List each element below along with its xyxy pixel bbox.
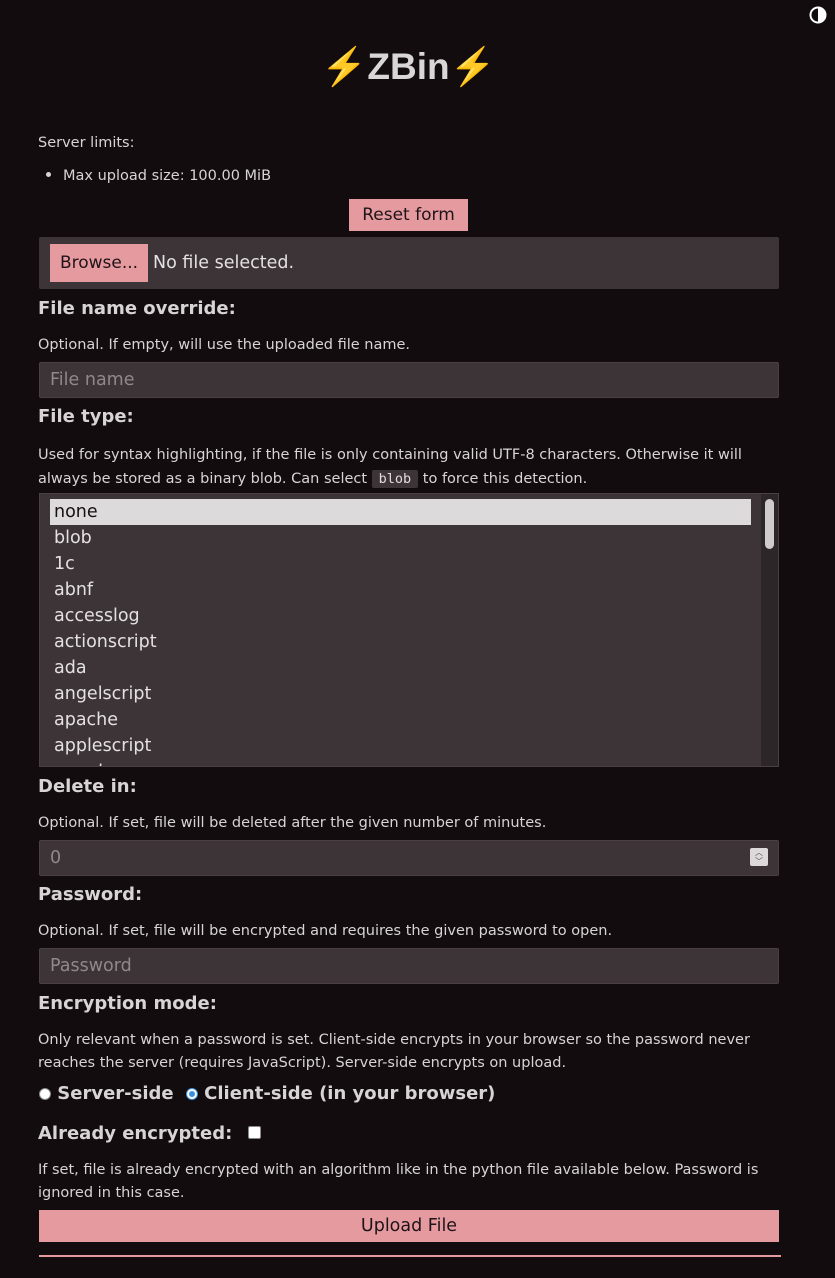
already-encrypted-checkbox[interactable] bbox=[247, 1125, 261, 1139]
delete-in-input[interactable] bbox=[39, 840, 779, 876]
already-encrypted-row: Already encrypted: bbox=[38, 1122, 261, 1146]
file-type-option[interactable]: accesslog bbox=[50, 603, 751, 629]
file-type-option[interactable]: ada bbox=[50, 655, 751, 681]
stepper-down-icon[interactable]: ﹀ bbox=[750, 857, 768, 866]
file-type-option[interactable]: apache bbox=[50, 707, 751, 733]
password-input[interactable] bbox=[39, 948, 779, 984]
bullet-icon bbox=[46, 171, 51, 177]
file-type-option[interactable]: abnf bbox=[50, 577, 751, 603]
file-type-option[interactable]: applescript bbox=[50, 733, 751, 759]
number-stepper[interactable]: ︿ ﹀ bbox=[750, 848, 768, 866]
file-name-heading: File name override: bbox=[38, 298, 236, 319]
reset-form-button[interactable]: Reset form bbox=[349, 199, 468, 231]
upload-file-button[interactable]: Upload File bbox=[39, 1210, 779, 1242]
client-side-radio[interactable] bbox=[185, 1088, 198, 1100]
file-type-option[interactable]: angelscript bbox=[50, 681, 751, 707]
client-side-label[interactable]: Client-side (in your browser) bbox=[204, 1083, 495, 1104]
file-type-option[interactable]: arcade bbox=[50, 759, 751, 766]
theme-toggle-icon[interactable] bbox=[807, 4, 829, 26]
file-type-select[interactable]: none blob 1c abnf accesslog actionscript ada an… bbox=[39, 493, 779, 767]
server-side-label[interactable]: Server-side bbox=[57, 1083, 173, 1104]
file-type-help-text-end: to force this detection. bbox=[418, 471, 588, 487]
list-scrollbar[interactable] bbox=[761, 494, 778, 766]
browse-button[interactable]: Browse... bbox=[50, 244, 148, 282]
already-encrypted-label: Already encrypted: bbox=[38, 1123, 233, 1144]
limit-list-item: Max upload size: 100.00 MiB bbox=[46, 166, 271, 186]
password-heading: Password: bbox=[38, 884, 143, 905]
encryption-mode-heading: Encryption mode: bbox=[38, 993, 217, 1014]
blob-code: blob bbox=[371, 470, 419, 488]
file-status: No file selected. bbox=[153, 253, 295, 273]
lightning-icon: ⚡ bbox=[321, 46, 368, 87]
delete-in-help: Optional. If set, file will be deleted a… bbox=[38, 815, 547, 831]
server-side-radio[interactable] bbox=[39, 1088, 51, 1100]
server-limits-label: Server limits: bbox=[38, 135, 135, 151]
file-name-help: Optional. If empty, will use the uploade… bbox=[38, 337, 411, 353]
file-type-option[interactable]: 1c bbox=[50, 551, 751, 577]
divider bbox=[39, 1255, 781, 1257]
encryption-mode-options: Server-side Client-side (in your browser… bbox=[39, 1082, 495, 1106]
password-help: Optional. If set, file will be encrypted… bbox=[38, 923, 613, 939]
stepper-up-icon[interactable]: ︿ bbox=[750, 848, 768, 857]
app-name: ZBin bbox=[367, 46, 450, 87]
file-picker[interactable]: Browse... No file selected. bbox=[39, 237, 779, 289]
page-title: ⚡ZBin⚡ bbox=[0, 43, 817, 91]
max-upload-size: Max upload size: 100.00 MiB bbox=[63, 168, 272, 184]
encryption-mode-help: Only relevant when a password is set. Cl… bbox=[38, 1032, 750, 1071]
file-type-option[interactable]: blob bbox=[50, 525, 751, 551]
file-type-options: none blob 1c abnf accesslog actionscript ada an… bbox=[50, 499, 751, 766]
file-name-input[interactable] bbox=[39, 362, 779, 398]
scroll-thumb[interactable] bbox=[765, 499, 774, 549]
already-encrypted-help: If set, file is already encrypted with a… bbox=[38, 1162, 759, 1201]
file-type-option[interactable]: actionscript bbox=[50, 629, 751, 655]
file-type-heading: File type: bbox=[38, 406, 134, 427]
file-type-option[interactable]: none bbox=[50, 499, 751, 525]
delete-in-heading: Delete in: bbox=[38, 776, 137, 797]
file-type-help: Used for syntax highlighting, if the fil… bbox=[38, 443, 778, 491]
lightning-icon: ⚡ bbox=[449, 46, 496, 87]
